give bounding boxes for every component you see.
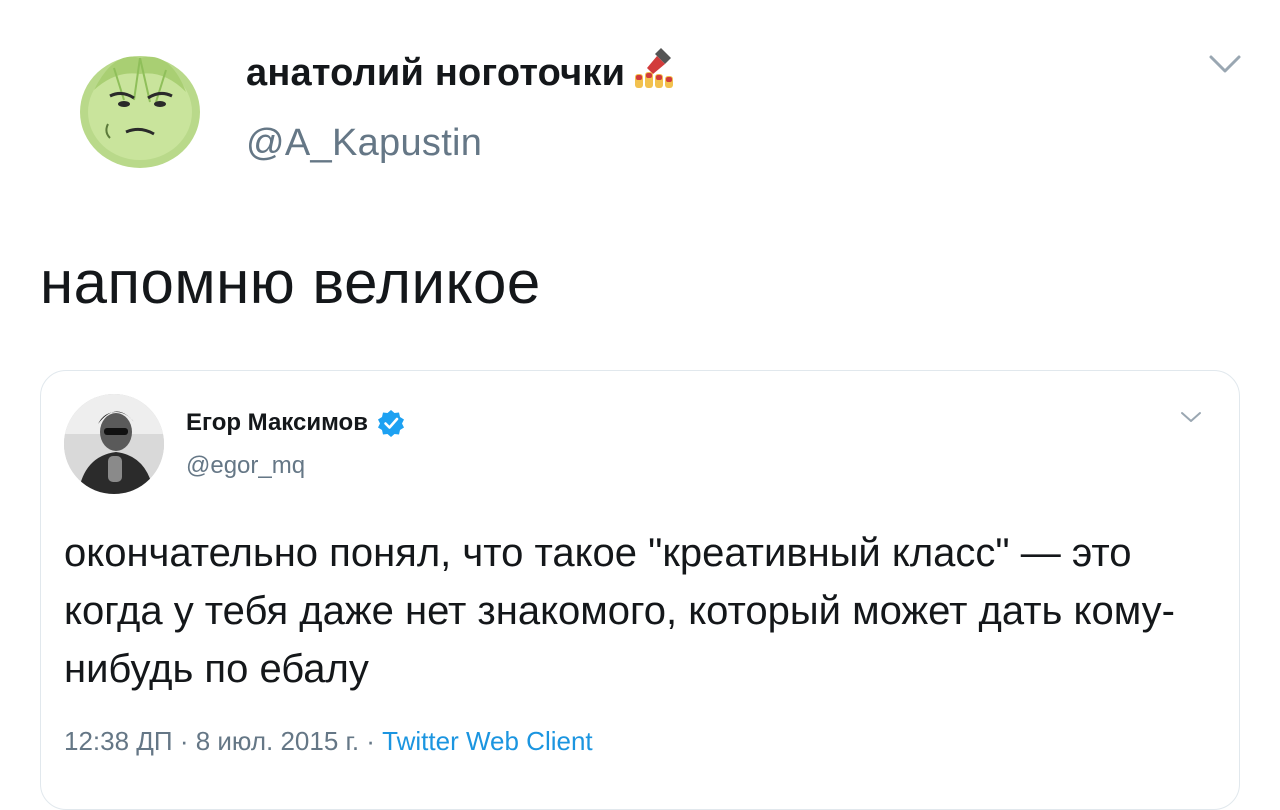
- display-name[interactable]: анатолий ноготочки: [246, 52, 625, 95]
- quoted-name-row: Егор Максимов: [186, 408, 406, 438]
- quoted-display-name[interactable]: Егор Максимов: [186, 409, 368, 437]
- meta-separator: ·: [359, 726, 383, 756]
- chevron-down-icon[interactable]: [1180, 410, 1202, 424]
- quoted-avatar[interactable]: [64, 394, 164, 494]
- quoted-tweet-meta: 12:38 ДП · 8 июл. 2015 г. · Twitter Web …: [64, 726, 593, 757]
- quoted-handle[interactable]: @egor_mq: [186, 452, 305, 480]
- chevron-down-icon[interactable]: [1208, 52, 1242, 76]
- date[interactable]: 8 июл. 2015 г.: [196, 726, 359, 757]
- cabbage-avatar[interactable]: [74, 40, 206, 172]
- verified-badge-icon: [376, 408, 406, 438]
- handle[interactable]: @A_Kapustin: [246, 122, 482, 165]
- quoted-tweet-text: окончательно понял, что такое "креативны…: [64, 531, 1175, 691]
- source-link[interactable]: Twitter Web Client: [382, 726, 592, 757]
- meta-separator: ·: [172, 726, 196, 756]
- tweet: анатолий ноготочки @A_Kapustin напомню в…: [0, 0, 1280, 810]
- timestamp[interactable]: 12:38 ДП: [64, 726, 173, 757]
- nail-polish-icon: [631, 44, 679, 94]
- tweet-text: напомню великое: [40, 249, 541, 316]
- display-name-row: анатолий ноготочки: [246, 48, 679, 98]
